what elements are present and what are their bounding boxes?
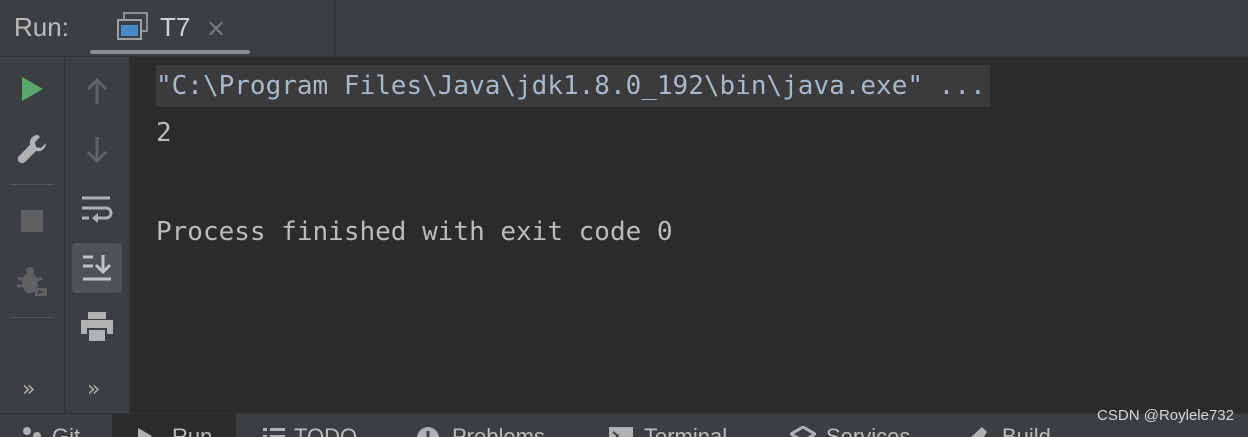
more-actions-icon[interactable]: »: [22, 377, 35, 402]
close-icon[interactable]: ×: [206, 14, 226, 42]
tool-tab-label: Run: [172, 424, 213, 437]
tool-tab-problems[interactable]: Problems: [412, 414, 582, 437]
problems-icon: [416, 426, 440, 437]
tool-tab-label: Build: [1002, 424, 1051, 437]
bottom-tool-window-bar: Git Run TODO Problems Terminal Services: [0, 413, 1248, 437]
console-exit-message: Process finished with exit code 0: [156, 217, 673, 247]
git-icon: [22, 426, 42, 437]
play-icon: [22, 77, 43, 101]
watermark: CSDN @Roylele732: [1097, 407, 1234, 424]
tool-tab-todo[interactable]: TODO: [258, 414, 388, 437]
soft-wrap-button[interactable]: [73, 185, 121, 233]
tool-tab-label: TODO: [294, 424, 358, 437]
print-button[interactable]: [73, 303, 121, 351]
edit-configuration-button[interactable]: [8, 125, 56, 173]
run-icon: [136, 426, 154, 437]
build-icon: [962, 426, 988, 437]
console-window-icon: [117, 12, 149, 42]
toolbar-separator: [10, 317, 54, 318]
console-output-line: 2: [156, 118, 172, 148]
tool-tab-run[interactable]: Run: [112, 414, 236, 437]
toolbar-separator: [10, 184, 54, 185]
print-icon: [81, 312, 113, 343]
todo-icon: [262, 426, 286, 437]
tool-tab-build[interactable]: Build: [960, 414, 1070, 437]
scroll-to-end-icon: [83, 255, 112, 281]
arrow-up-icon: [86, 77, 108, 104]
stop-icon: [21, 210, 43, 232]
rerun-button[interactable]: [8, 65, 56, 113]
tab-title: T7: [160, 12, 191, 42]
scroll-up-button[interactable]: [73, 67, 121, 115]
tool-tab-label: Services: [826, 424, 911, 437]
run-actions-toolbar: »: [0, 57, 65, 413]
console-output[interactable]: "C:\Program Files\Java\jdk1.8.0_192\bin\…: [130, 57, 1248, 413]
run-label: Run:: [14, 12, 69, 42]
console-actions-toolbar: »: [65, 57, 130, 413]
services-icon: [788, 425, 818, 437]
arrow-down-icon: [86, 137, 108, 164]
tool-tab-label: Problems: [452, 424, 545, 437]
soft-wrap-icon: [82, 196, 113, 223]
debug-button[interactable]: [8, 257, 56, 305]
header-divider: [334, 0, 335, 56]
tool-tab-label: Git: [52, 424, 81, 437]
console-command-line[interactable]: "C:\Program Files\Java\jdk1.8.0_192\bin\…: [156, 65, 990, 107]
tool-tab-label: Terminal: [644, 424, 728, 437]
scroll-down-button[interactable]: [73, 126, 121, 174]
tab-selected-indicator: [90, 50, 250, 54]
bug-icon: [17, 267, 47, 296]
tool-tab-terminal[interactable]: Terminal: [606, 414, 766, 437]
run-tab-t7[interactable]: T7 ×: [90, 0, 250, 56]
tool-tab-services[interactable]: Services: [788, 414, 938, 437]
terminal-icon: [608, 426, 634, 437]
tool-tab-git[interactable]: Git: [18, 414, 98, 437]
more-actions-icon[interactable]: »: [87, 377, 100, 402]
wrench-icon: [17, 134, 47, 164]
scroll-to-end-button[interactable]: [72, 243, 122, 293]
run-tool-window-header: Run: T7 ×: [0, 0, 1248, 57]
stop-button[interactable]: [8, 197, 56, 245]
